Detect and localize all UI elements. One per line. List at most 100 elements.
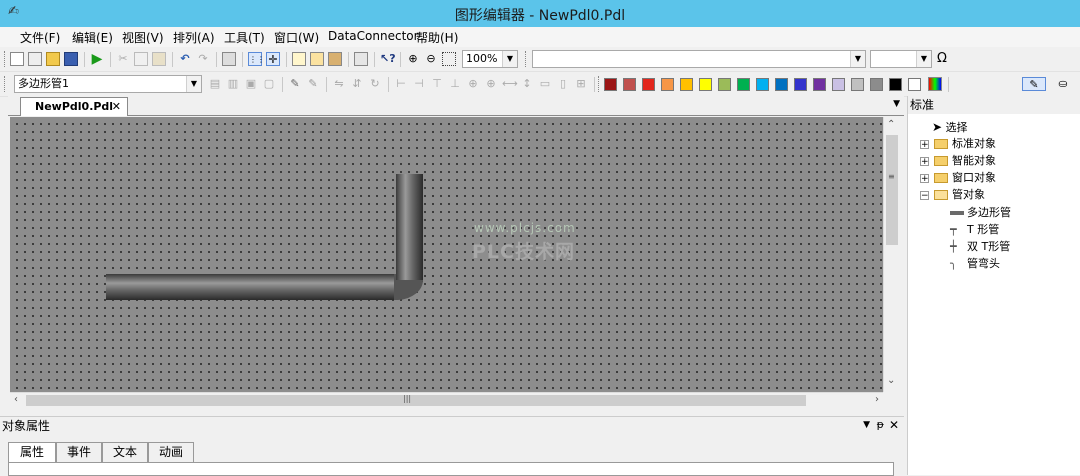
palette-color-9[interactable] xyxy=(756,78,769,91)
zoom-in-icon[interactable]: ⊕ xyxy=(406,52,420,66)
menu-window[interactable]: 窗口(W) xyxy=(274,29,319,46)
properties-icon[interactable] xyxy=(354,52,368,66)
cut-icon[interactable]: ✂ xyxy=(116,52,130,66)
toolbar-grip[interactable] xyxy=(4,76,7,92)
palette-color-6[interactable] xyxy=(699,78,712,91)
send-back-icon[interactable]: ▢ xyxy=(262,77,276,91)
save-icon[interactable] xyxy=(64,52,78,66)
tree-item-select[interactable]: ➤ 选择 xyxy=(932,120,968,135)
pipette-apply-icon[interactable]: ✎ xyxy=(306,77,320,91)
scroll-thumb[interactable] xyxy=(26,395,806,406)
open-folder-icon[interactable] xyxy=(46,52,60,66)
scroll-up-icon[interactable]: ⌃ xyxy=(887,119,895,130)
menu-dataconnector[interactable]: DataConnector xyxy=(328,29,419,43)
pin-icon[interactable]: ᵽ xyxy=(877,418,884,431)
expand-icon[interactable]: + xyxy=(920,140,929,150)
pipette-icon[interactable]: ✎ xyxy=(288,77,302,91)
tab-properties[interactable]: 属性 xyxy=(8,442,56,462)
align-icon[interactable]: ▤ xyxy=(208,77,222,91)
fill-color-icon[interactable]: ⛀ xyxy=(1056,77,1070,91)
vertical-scrollbar[interactable]: ⌃ ≡ ⌄ xyxy=(883,117,900,392)
space-horizontal-icon[interactable]: ⟷ xyxy=(502,77,518,91)
chevron-down-icon[interactable]: ▼ xyxy=(186,76,201,92)
tree-item-standard-objects[interactable]: 标准对象 xyxy=(934,137,996,151)
line-color-icon[interactable]: ✎ xyxy=(1022,77,1046,91)
tree-item-window-objects[interactable]: 窗口对象 xyxy=(934,171,996,185)
palette-color-17[interactable] xyxy=(908,78,921,91)
palette-color-7[interactable] xyxy=(718,78,731,91)
drawing-canvas[interactable]: www.plcjs.com PLC技术网 xyxy=(10,117,883,392)
toolbar-grip[interactable] xyxy=(4,51,7,67)
scroll-thumb[interactable] xyxy=(886,135,898,245)
tab-animation[interactable]: 动画 xyxy=(148,442,194,462)
palette-color-13[interactable] xyxy=(832,78,845,91)
align-left-icon[interactable]: ⊢ xyxy=(394,77,408,91)
tab-list-chevron-icon[interactable]: ▼ xyxy=(893,99,900,109)
palette-color-16[interactable] xyxy=(889,78,902,91)
paste-icon[interactable] xyxy=(152,52,166,66)
scroll-right-icon[interactable]: › xyxy=(875,394,879,405)
palette-color-10[interactable] xyxy=(775,78,788,91)
flip-vertical-icon[interactable]: ⇵ xyxy=(350,77,364,91)
horizontal-scrollbar[interactable]: ‹ ||| › xyxy=(10,392,883,408)
tree-item-tee-pipe[interactable]: ┯ T 形管 xyxy=(950,223,999,237)
run-icon[interactable]: ▶ xyxy=(90,52,104,66)
center-horizontal-icon[interactable]: ⊕ xyxy=(466,77,480,91)
copy-icon[interactable] xyxy=(134,52,148,66)
palette-color-3[interactable] xyxy=(642,78,655,91)
align-top-icon[interactable]: ⊤ xyxy=(430,77,444,91)
same-size-icon[interactable]: ⊞ xyxy=(574,77,588,91)
center-vertical-icon[interactable]: ⊕ xyxy=(484,77,498,91)
tree-item-smart-objects[interactable]: 智能对象 xyxy=(934,154,996,168)
tab-events[interactable]: 事件 xyxy=(56,442,102,462)
palette-color-2[interactable] xyxy=(623,78,636,91)
toolbar-grip[interactable] xyxy=(598,76,601,92)
special-char-button[interactable]: Ω xyxy=(935,52,949,66)
group-icon[interactable]: ▥ xyxy=(226,77,240,91)
menu-view[interactable]: 视图(V) xyxy=(122,29,164,46)
same-height-icon[interactable]: ▯ xyxy=(556,77,570,91)
scroll-left-icon[interactable]: ‹ xyxy=(14,394,18,405)
align-right-icon[interactable]: ⊣ xyxy=(412,77,426,91)
layers-icon[interactable] xyxy=(292,52,306,66)
collapse-icon[interactable]: − xyxy=(920,191,929,201)
rotate-icon[interactable]: ↻ xyxy=(368,77,382,91)
menu-arrange[interactable]: 排列(A) xyxy=(173,29,215,46)
tree-item-pipe-objects[interactable]: 管对象 xyxy=(934,188,985,202)
chevron-down-icon[interactable]: ▼ xyxy=(916,51,931,67)
expand-icon[interactable]: + xyxy=(920,174,929,184)
toolbar-grip[interactable] xyxy=(525,51,528,67)
zoom-out-icon[interactable]: ⊖ xyxy=(424,52,438,66)
tab-text[interactable]: 文本 xyxy=(102,442,148,462)
menu-help[interactable]: 帮助(H) xyxy=(416,29,458,46)
palette-color-15[interactable] xyxy=(870,78,883,91)
palette-color-4[interactable] xyxy=(661,78,674,91)
tree-item-pipe-elbow[interactable]: ╮ 管弯头 xyxy=(950,257,1000,271)
panel-menu-chevron-icon[interactable]: ▼ xyxy=(863,420,870,430)
more-colors-icon[interactable] xyxy=(928,77,942,91)
space-vertical-icon[interactable]: ↕ xyxy=(520,77,534,91)
same-width-icon[interactable]: ▭ xyxy=(538,77,552,91)
library-icon[interactable] xyxy=(310,52,324,66)
palette-color-14[interactable] xyxy=(851,78,864,91)
tab-newpdl0[interactable]: NewPdl0.Pdl ✕ xyxy=(20,97,128,116)
property-grid[interactable] xyxy=(8,462,894,476)
menu-tools[interactable]: 工具(T) xyxy=(224,29,265,46)
template-icon[interactable] xyxy=(28,52,42,66)
expand-icon[interactable]: + xyxy=(920,157,929,167)
pipe-horizontal-segment[interactable] xyxy=(106,274,398,300)
close-icon[interactable]: ✕ xyxy=(112,98,121,116)
chevron-down-icon[interactable]: ▼ xyxy=(850,51,865,67)
help-pointer-icon[interactable]: ↖? xyxy=(380,52,396,66)
print-icon[interactable] xyxy=(222,52,236,66)
bring-front-icon[interactable]: ▣ xyxy=(244,77,258,91)
grid-toggle-icon[interactable]: ⋮⋮ xyxy=(248,52,265,66)
palette-color-12[interactable] xyxy=(813,78,826,91)
object-selector[interactable]: 多边形管1 ▼ xyxy=(14,75,202,93)
chevron-down-icon[interactable]: ▼ xyxy=(502,51,517,67)
snap-to-grid-icon[interactable]: ✛ xyxy=(266,52,280,66)
close-icon[interactable]: ✕ xyxy=(889,418,899,432)
palette-color-1[interactable] xyxy=(604,78,617,91)
tree-item-polygon-pipe[interactable]: 多边形管 xyxy=(950,206,1011,220)
flip-horizontal-icon[interactable]: ⇋ xyxy=(332,77,346,91)
